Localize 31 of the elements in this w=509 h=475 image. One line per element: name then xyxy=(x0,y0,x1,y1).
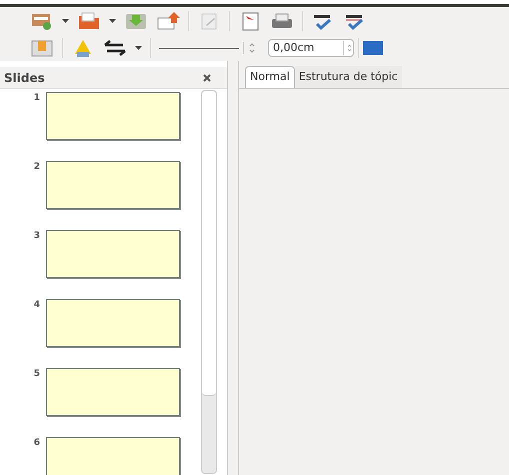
new-document-icon[interactable] xyxy=(30,11,54,31)
spinner-icon[interactable] xyxy=(248,42,256,54)
table-icon[interactable] xyxy=(30,38,54,58)
arrows-icon[interactable] xyxy=(103,38,127,58)
view-tab[interactable]: Estrutura de tópic xyxy=(294,66,402,88)
close-icon[interactable] xyxy=(203,74,211,82)
slide-number: 2 xyxy=(32,161,41,174)
export-icon[interactable] xyxy=(156,11,180,31)
slide-number: 5 xyxy=(32,368,41,381)
caret-icon[interactable] xyxy=(109,19,116,23)
color-swatch[interactable] xyxy=(363,41,383,55)
slide-thumbnail[interactable] xyxy=(46,299,180,347)
view-tab[interactable]: Normal xyxy=(245,66,295,88)
slide-number: 4 xyxy=(32,299,41,312)
slide-number: 6 xyxy=(32,437,41,450)
slide-number: 1 xyxy=(32,92,41,105)
folder-icon[interactable] xyxy=(77,11,101,31)
slide-thumbnail[interactable] xyxy=(46,368,180,416)
save-icon[interactable] xyxy=(124,11,148,31)
caret-icon[interactable] xyxy=(135,46,142,50)
slide-thumbnail[interactable] xyxy=(46,230,180,278)
line-width-field[interactable]: 0,00cm xyxy=(268,39,354,57)
caret-icon[interactable] xyxy=(62,19,69,23)
scrollbar[interactable] xyxy=(201,90,217,474)
slide-number: 3 xyxy=(32,230,41,243)
slide-thumbnail[interactable] xyxy=(46,161,180,209)
pane-title: Slides xyxy=(4,70,45,86)
slide-thumbnail[interactable] xyxy=(46,92,180,140)
spinner-icon[interactable] xyxy=(343,41,353,55)
slide-thumbnail[interactable] xyxy=(46,437,180,475)
printer-icon[interactable] xyxy=(270,11,294,31)
